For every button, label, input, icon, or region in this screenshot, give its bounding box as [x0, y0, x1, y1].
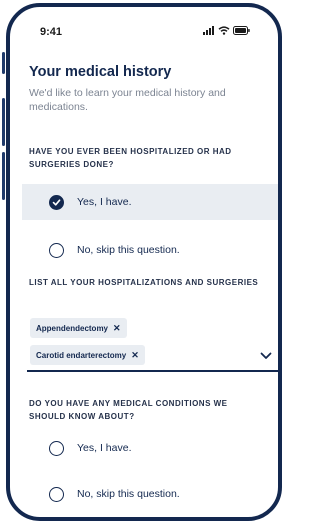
radio-checked[interactable]	[49, 194, 64, 210]
surgery-chip-carotid-endarterectomy: Carotid endarterectomy ✕	[30, 345, 145, 365]
device-side-button-volume-down	[2, 152, 5, 200]
option-hospitalized-no[interactable]: No, skip this question.	[22, 232, 278, 268]
device-side-button-volume-up	[2, 98, 5, 146]
option-label: No, skip this question.	[77, 488, 180, 500]
option-label: Yes, I have.	[77, 196, 132, 208]
chip-label: Carotid endarterectomy	[36, 350, 127, 360]
chip-label: Appendendectomy	[36, 323, 109, 333]
phone-frame: 9:41 Your medical history We'd like to l…	[6, 3, 282, 521]
surgeries-list-label: LIST ALL YOUR HOSPITALIZATIONS AND SURGE…	[29, 278, 259, 287]
option-hospitalized-yes[interactable]: Yes, I have.	[22, 184, 278, 220]
remove-icon[interactable]: ✕	[113, 323, 121, 333]
option-label: No, skip this question.	[77, 244, 180, 256]
wifi-icon	[218, 26, 230, 35]
option-label: Yes, I have.	[77, 442, 132, 454]
status-time: 9:41	[40, 26, 63, 38]
chevron-down-icon[interactable]	[260, 352, 272, 360]
remove-icon[interactable]: ✕	[131, 350, 139, 360]
question-hospitalized-label: HAVE YOU EVER BEEN HOSPITALIZED OR HAD S…	[29, 147, 232, 169]
question-conditions-label: DO YOU HAVE ANY MEDICAL CONDITIONS WE SH…	[29, 399, 228, 421]
check-icon	[52, 198, 61, 206]
radio-unchecked[interactable]	[49, 440, 64, 456]
surgeries-field-underline	[27, 370, 278, 372]
option-conditions-yes[interactable]: Yes, I have.	[22, 430, 278, 466]
option-conditions-no[interactable]: No, skip this question.	[22, 476, 278, 512]
status-icons	[203, 26, 250, 35]
radio-unchecked[interactable]	[49, 242, 64, 258]
device-side-button-mute	[2, 52, 5, 74]
radio-unchecked[interactable]	[49, 486, 64, 502]
status-bar: 9:41	[10, 7, 278, 47]
battery-icon	[233, 26, 250, 35]
page-title: Your medical history	[29, 64, 172, 80]
surgery-chip-appendendectomy: Appendendectomy ✕	[30, 318, 127, 338]
page-subtitle: We'd like to learn your medical history …	[29, 87, 226, 113]
signal-icon	[203, 26, 214, 35]
